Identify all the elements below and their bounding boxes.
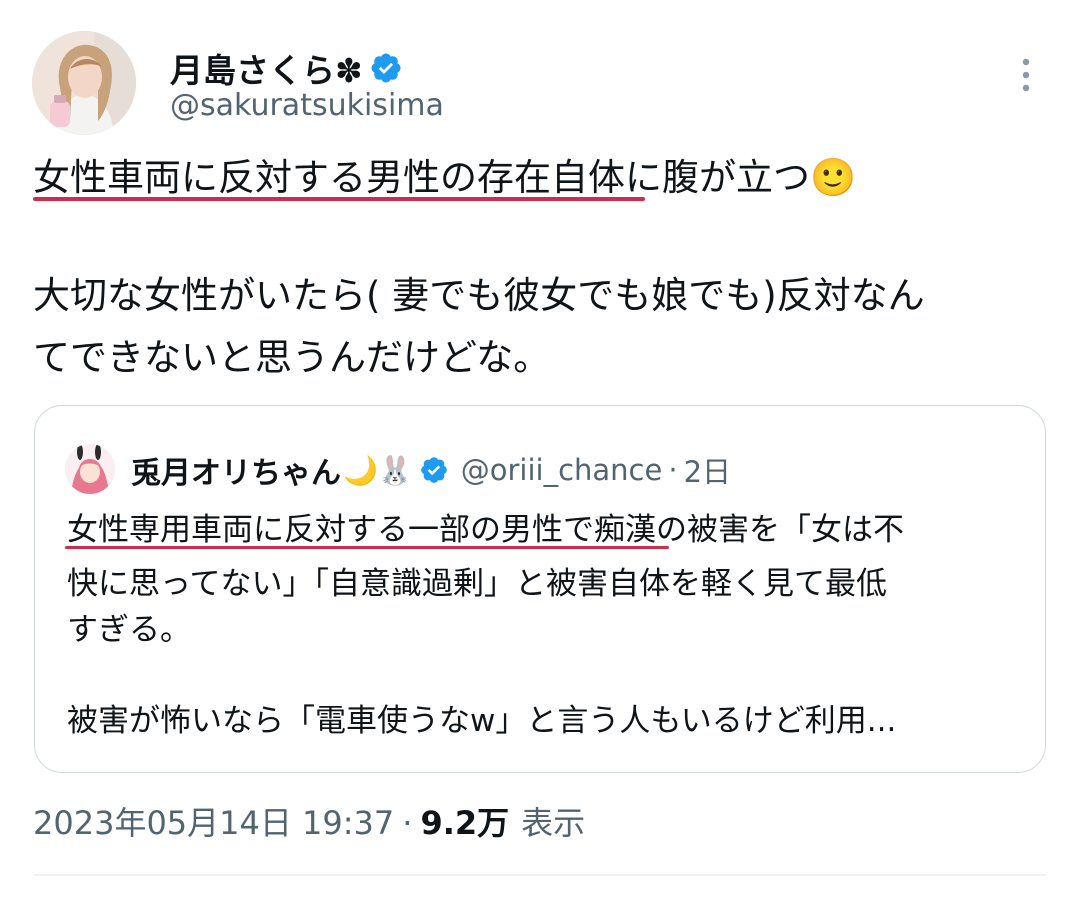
quoted-header: 兎月オリちゃん 🌙🐰 @oriii_chance · 2日 xyxy=(131,448,731,492)
tweet-detail: 月島さくら✽ @sakuratsukisima 女性車両に反対する男性の存在自体… xyxy=(0,0,1080,915)
author-avatar[interactable] xyxy=(32,31,136,135)
quoted-text-line: 女性専用車両に反対する一部の男性で痴漢の被害を「女は不 xyxy=(67,512,904,548)
highlight-underline xyxy=(65,546,669,549)
quoted-author-avatar xyxy=(65,444,115,494)
author-handle[interactable]: @sakuratsukisima xyxy=(170,88,444,123)
quoted-text-line: 被害が怖いなら「電車使うなw」と言う人もいるけど利用... xyxy=(67,703,897,739)
tweet-text-line: てできないと思うんだけどな。 xyxy=(33,336,551,379)
author-name-row[interactable]: 月島さくら✽ xyxy=(170,44,403,92)
meta-separator: · xyxy=(402,804,413,842)
quoted-display-name: 兎月オリちゃん xyxy=(131,456,341,491)
more-vertical-icon[interactable] xyxy=(1012,56,1040,94)
highlight-underline xyxy=(33,197,645,201)
quoted-text-line: 快に思ってない」「自意識過剰」と被害自体を軽く見て最低 xyxy=(67,566,887,602)
tweet-text-line: 大切な女性がいたら( 妻でも彼女でも娘でも)反対なん xyxy=(33,274,925,317)
quoted-time: 2日 xyxy=(683,455,732,489)
verified-badge-icon xyxy=(369,51,403,85)
quoted-separator: · xyxy=(668,453,678,487)
quoted-tweet-card[interactable]: 兎月オリちゃん 🌙🐰 @oriii_chance · 2日 女性専用車両に反対す… xyxy=(34,405,1046,773)
quoted-name-emoji: 🌙🐰 xyxy=(343,453,413,487)
quoted-handle: @oriii_chance xyxy=(460,453,663,487)
author-display-name[interactable]: 月島さくら✽ xyxy=(170,44,363,92)
views-label: 表示 xyxy=(521,804,586,842)
verified-badge-icon xyxy=(419,455,449,485)
tweet-meta: 2023年05月14日 19:37 · 9.2万 表示 xyxy=(33,798,585,844)
tweet-timestamp[interactable]: 2023年05月14日 19:37 xyxy=(33,798,394,844)
divider xyxy=(33,874,1047,876)
tweet-text-line: 女性車両に反対する男性の存在自体に腹が立つ🙂 xyxy=(33,156,857,199)
views-count[interactable]: 9.2万 xyxy=(420,798,509,844)
quoted-text-line: すぎる。 xyxy=(67,612,191,648)
